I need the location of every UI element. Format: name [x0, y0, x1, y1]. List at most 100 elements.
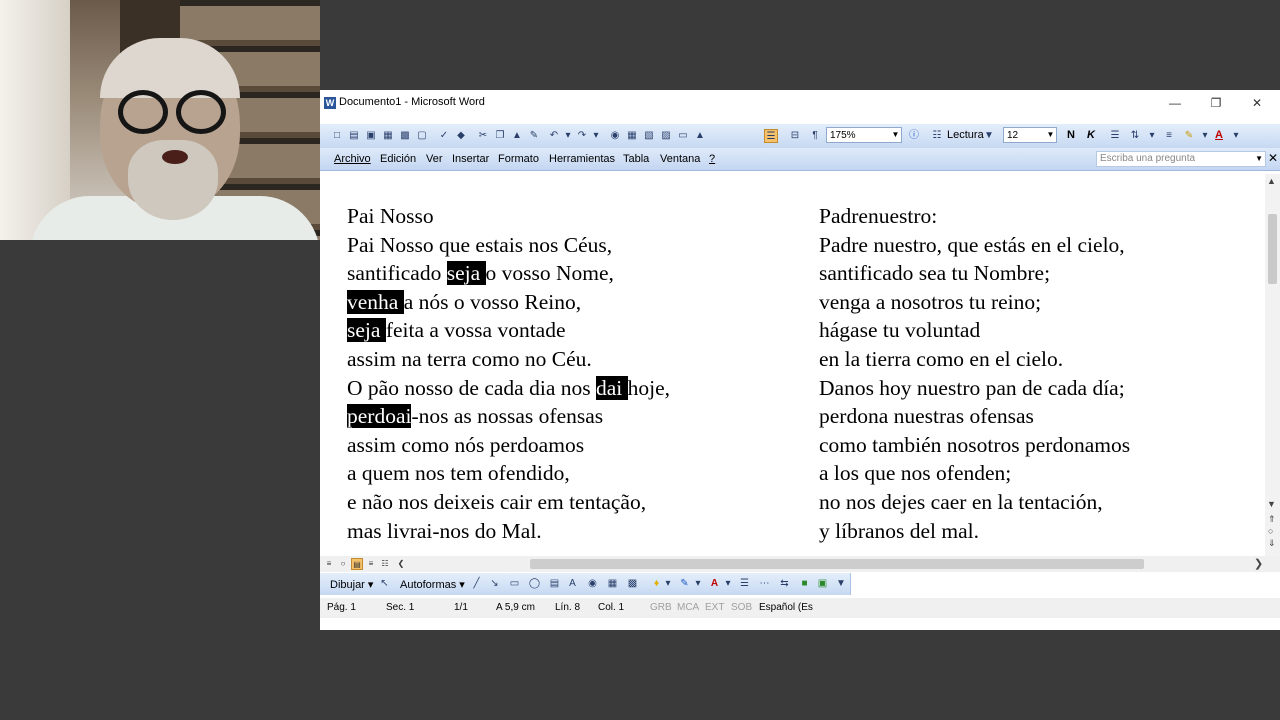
drawing-icon[interactable]: ▲ [693, 129, 707, 143]
draw-menu-button[interactable]: Dibujar ▾ [330, 578, 373, 591]
horizontal-scroll-thumb[interactable] [530, 559, 1144, 569]
shadow-style-icon[interactable]: ■ [798, 577, 811, 590]
bullets-icon[interactable]: ≡ [1162, 129, 1176, 143]
minimize-button[interactable]: — [1160, 94, 1190, 112]
line-spacing-dropdown-icon[interactable]: ▾ [1145, 129, 1159, 143]
menu-ventana[interactable]: Ventana [660, 153, 700, 165]
font-color-dropdown-icon[interactable]: ▾ [724, 577, 732, 590]
status-overtype[interactable]: SOB [731, 602, 752, 613]
clipart-icon[interactable]: ▦ [606, 577, 619, 590]
show-hide-icon[interactable]: ⊟ [788, 129, 802, 143]
print-preview-icon[interactable]: ▢ [415, 129, 429, 143]
menu-formato[interactable]: Formato [498, 153, 539, 165]
toolbar-options-icon[interactable]: ▼ [836, 577, 846, 590]
help-icon[interactable]: ⓘ [907, 129, 921, 143]
vertical-scroll-thumb[interactable] [1268, 214, 1277, 284]
scroll-right-icon[interactable]: ❯ [1254, 557, 1263, 570]
web-view-icon[interactable]: ○ [337, 558, 349, 570]
copy-icon[interactable]: ❐ [493, 129, 507, 143]
browse-object-icon[interactable]: ○ [1268, 526, 1273, 536]
menu-tabla[interactable]: Tabla [623, 153, 649, 165]
font-size-select[interactable]: 12 ▼ [1003, 127, 1057, 143]
line-color-icon[interactable]: ✎ [678, 577, 691, 590]
italic-button[interactable]: K [1087, 129, 1095, 141]
arrow-tool-icon[interactable]: ↘ [488, 577, 501, 590]
textbox-tool-icon[interactable]: ▤ [548, 577, 561, 590]
normal-view-icon[interactable]: ≡ [323, 558, 335, 570]
redo-dropdown-icon[interactable]: ▾ [589, 129, 603, 143]
hyperlink-icon[interactable]: ◉ [608, 129, 622, 143]
vertical-scrollbar[interactable]: ▲ ▼ ⇑ ○ ⇓ [1265, 174, 1280, 556]
select-objects-icon[interactable]: ↖ [378, 577, 391, 590]
permission-icon[interactable]: ▦ [381, 129, 395, 143]
scroll-down-icon[interactable]: ▼ [1267, 499, 1276, 509]
redo-icon[interactable]: ↷ [575, 129, 589, 143]
columns-icon[interactable]: ▭ [676, 129, 690, 143]
menu-ver[interactable]: Ver [426, 153, 443, 165]
zoom-select[interactable]: 175% ▼ [826, 127, 902, 143]
tables-borders-icon[interactable]: ▦ [625, 129, 639, 143]
toolbar-options-icon[interactable]: ▼ [984, 129, 994, 143]
print-layout-icon[interactable]: ▤ [351, 558, 363, 570]
wordart-icon[interactable]: A [566, 577, 579, 590]
scroll-left-icon[interactable]: ❮ [395, 558, 407, 570]
save-icon[interactable]: ▣ [364, 129, 378, 143]
previous-page-icon[interactable]: ⇑ [1268, 514, 1276, 525]
font-color-button[interactable]: A [1215, 129, 1223, 141]
cut-icon[interactable]: ✂ [476, 129, 490, 143]
menu-herramientas[interactable]: Herramientas [549, 153, 615, 165]
status-record-macro[interactable]: GRB [650, 602, 672, 613]
line-style-icon[interactable]: ☰ [738, 577, 751, 590]
document-map-icon[interactable]: ☰ [764, 129, 778, 143]
menu-insertar[interactable]: Insertar [452, 153, 489, 165]
menu-help[interactable]: ? [709, 153, 715, 165]
status-track-changes[interactable]: MCA [677, 602, 699, 613]
fill-color-dropdown-icon[interactable]: ▾ [664, 577, 672, 590]
line-color-dropdown-icon[interactable]: ▾ [694, 577, 702, 590]
horizontal-scrollbar[interactable]: ≡ ○ ▤ ≡ ☷ ❮ ❯ [320, 556, 1280, 572]
rectangle-tool-icon[interactable]: ▭ [508, 577, 521, 590]
print-icon[interactable]: ▩ [398, 129, 412, 143]
menu-archivo[interactable]: Archivo [334, 153, 371, 165]
arrow-style-icon[interactable]: ⇆ [778, 577, 791, 590]
close-button[interactable]: ✕ [1242, 94, 1272, 112]
document-page[interactable]: Pai Nosso Pai Nosso que estais nos Céus, s… [320, 174, 1265, 556]
reading-layout-button[interactable]: Lectura [947, 129, 984, 141]
bold-button[interactable]: N [1067, 129, 1075, 141]
paragraph-mark-icon[interactable]: ¶ [808, 129, 822, 143]
undo-icon[interactable]: ↶ [547, 129, 561, 143]
line-text: santificado [347, 261, 447, 286]
diagram-icon[interactable]: ◉ [586, 577, 599, 590]
insert-excel-icon[interactable]: ▨ [659, 129, 673, 143]
status-extend[interactable]: EXT [705, 602, 724, 613]
undo-dropdown-icon[interactable]: ▾ [561, 129, 575, 143]
fill-color-icon[interactable]: ♦ [650, 577, 663, 590]
font-color-dropdown-icon[interactable]: ▾ [1229, 129, 1243, 143]
outline-view-icon[interactable]: ≡ [365, 558, 377, 570]
reading-view-icon[interactable]: ☷ [379, 558, 391, 570]
align-justify-icon[interactable]: ☰ [1108, 129, 1122, 143]
highlight-icon[interactable]: ✎ [1182, 129, 1196, 143]
restore-button[interactable]: ❐ [1201, 94, 1231, 112]
autoshapes-menu-button[interactable]: Autoformas ▾ [400, 578, 465, 591]
open-folder-icon[interactable]: ▤ [347, 129, 361, 143]
font-color-icon[interactable]: A [708, 577, 721, 590]
ask-question-box[interactable]: Escriba una pregunta ▼ [1096, 151, 1266, 167]
oval-tool-icon[interactable]: ◯ [528, 577, 541, 590]
3d-style-icon[interactable]: ▣ [816, 577, 829, 590]
insert-table-icon[interactable]: ▧ [642, 129, 656, 143]
insert-picture-icon[interactable]: ▩ [626, 577, 639, 590]
new-document-icon[interactable]: □ [330, 129, 344, 143]
line-tool-icon[interactable]: ╱ [470, 577, 483, 590]
spelling-icon[interactable]: ✓ [437, 129, 451, 143]
dash-style-icon[interactable]: ⋯ [758, 577, 771, 590]
paste-icon[interactable]: ▲ [510, 129, 524, 143]
highlight-dropdown-icon[interactable]: ▾ [1198, 129, 1212, 143]
research-icon[interactable]: ◆ [454, 129, 468, 143]
menu-edicion[interactable]: Edición [380, 153, 416, 165]
close-document-icon[interactable]: ✕ [1268, 151, 1278, 165]
line-spacing-icon[interactable]: ⇅ [1128, 129, 1142, 143]
next-page-icon[interactable]: ⇓ [1268, 538, 1276, 549]
format-painter-icon[interactable]: ✎ [527, 129, 541, 143]
scroll-up-icon[interactable]: ▲ [1267, 176, 1276, 186]
